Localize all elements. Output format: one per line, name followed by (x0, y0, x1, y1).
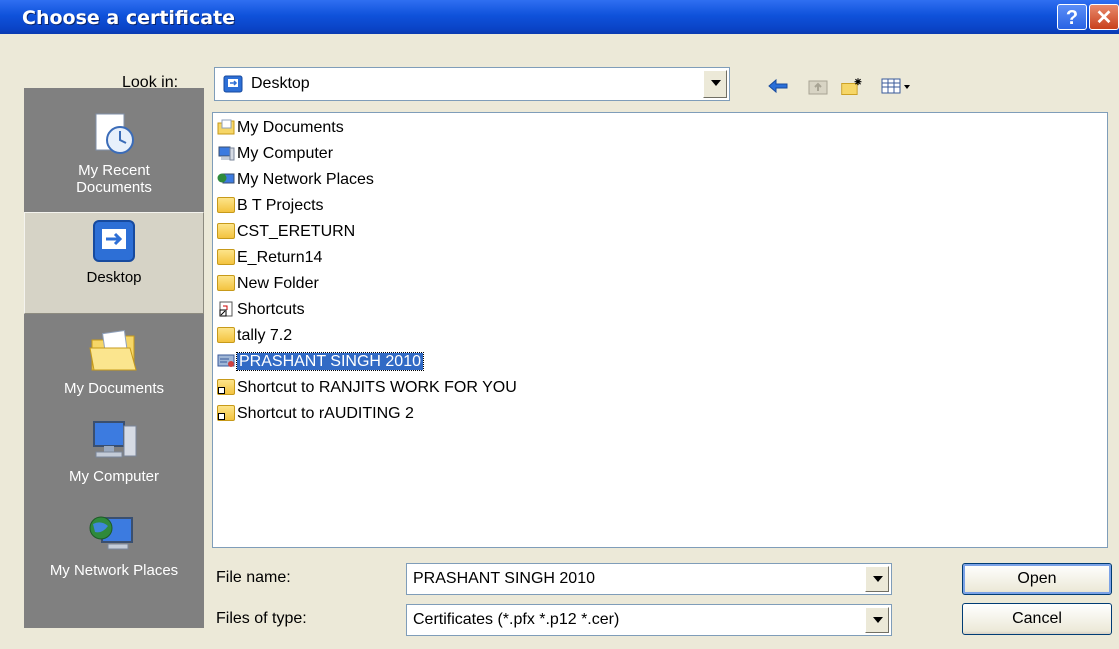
close-button[interactable]: ✕ (1089, 4, 1119, 30)
my-computer-icon (93, 421, 137, 458)
place-label: My Network Places (49, 562, 179, 579)
file-name: PRASHANT SINGH 2010 (236, 352, 424, 371)
file-name: My Computer (237, 145, 334, 162)
back-arrow-icon[interactable] (766, 74, 790, 98)
file-name-label: File name: (216, 569, 291, 586)
file-item[interactable]: Shortcut to RANJITS WORK FOR YOU (217, 376, 517, 400)
place-my-computer[interactable]: My Computer (24, 416, 204, 485)
help-button[interactable]: ? (1057, 4, 1087, 30)
file-name: New Folder (237, 275, 319, 292)
look-in-combo[interactable]: Desktop (214, 67, 730, 101)
folder-shortcut-icon (217, 405, 235, 421)
place-label: My Documents (63, 380, 165, 397)
file-list[interactable]: My Documents My Computer My Network Plac… (212, 112, 1108, 548)
file-item-selected[interactable]: PRASHANT SINGH 2010 (217, 350, 424, 374)
file-name: My Documents (237, 119, 344, 136)
file-name: Shortcut to RANJITS WORK FOR YOU (237, 379, 517, 396)
views-menu-icon[interactable] (880, 74, 916, 98)
file-name: My Network Places (237, 171, 374, 188)
file-item[interactable]: My Network Places (217, 168, 374, 192)
network-places-icon (89, 516, 133, 550)
file-item[interactable]: My Documents (217, 116, 344, 140)
place-label: My Recent Documents (76, 162, 152, 196)
folder-icon (217, 197, 235, 213)
file-type-dropdown-button[interactable] (865, 607, 889, 633)
new-folder-icon[interactable] (840, 74, 864, 98)
certificate-icon (217, 354, 235, 367)
up-one-level-icon[interactable] (806, 74, 830, 98)
folder-icon (217, 223, 235, 239)
look-in-dropdown-button[interactable] (703, 70, 727, 98)
cancel-button[interactable]: Cancel (962, 603, 1112, 635)
file-item[interactable]: tally 7.2 (217, 324, 292, 348)
places-bar: My Recent Documents Desktop My Documents… (24, 88, 204, 628)
file-name-value: PRASHANT SINGH 2010 (413, 570, 595, 587)
my-documents-icon (89, 330, 137, 371)
place-label: My Computer (68, 468, 160, 485)
my-computer-icon (218, 146, 235, 161)
file-item[interactable]: B T Projects (217, 194, 324, 218)
file-name: B T Projects (237, 197, 324, 214)
file-name: tally 7.2 (237, 327, 293, 344)
file-name-dropdown-button[interactable] (865, 566, 889, 592)
window-title: Choose a certificate (22, 7, 236, 29)
file-name: E_Return14 (237, 249, 323, 266)
folder-icon (217, 249, 235, 265)
folder-icon (217, 327, 235, 343)
title-bar: Choose a certificate ? ✕ (0, 0, 1119, 34)
file-item[interactable]: My Computer (217, 142, 333, 166)
folder-shortcut-icon (217, 379, 235, 395)
desktop-icon (93, 220, 135, 262)
open-button[interactable]: Open (962, 563, 1112, 595)
file-name: CST_ERETURN (237, 223, 356, 240)
place-recent-documents[interactable]: My Recent Documents (24, 110, 204, 196)
file-item[interactable]: New Folder (217, 272, 319, 296)
place-my-documents[interactable]: My Documents (24, 328, 204, 397)
file-item[interactable]: E_Return14 (217, 246, 322, 270)
file-item[interactable]: CST_ERETURN (217, 220, 355, 244)
file-name-combo[interactable]: PRASHANT SINGH 2010 (406, 563, 892, 595)
file-type-combo[interactable]: Certificates (*.pfx *.p12 *.cer) (406, 604, 892, 636)
place-label: Desktop (86, 269, 142, 286)
my-documents-icon (217, 119, 235, 135)
file-item[interactable]: Shortcut to rAUDITING 2 (217, 402, 414, 426)
look-in-value: Desktop (251, 75, 310, 92)
file-name: Shortcuts (237, 301, 305, 318)
place-network-places[interactable]: My Network Places (24, 510, 204, 579)
place-desktop[interactable]: Desktop (24, 212, 204, 314)
file-name: Shortcut to rAUDITING 2 (237, 405, 414, 422)
folder-icon (217, 275, 235, 291)
desktop-icon (223, 75, 243, 93)
file-item[interactable]: Shortcuts (217, 298, 305, 322)
recent-documents-icon (95, 113, 134, 154)
file-type-label: Files of type: (216, 610, 307, 627)
shortcut-file-icon (219, 301, 233, 317)
file-type-value: Certificates (*.pfx *.p12 *.cer) (413, 611, 620, 628)
network-places-icon (217, 173, 235, 184)
